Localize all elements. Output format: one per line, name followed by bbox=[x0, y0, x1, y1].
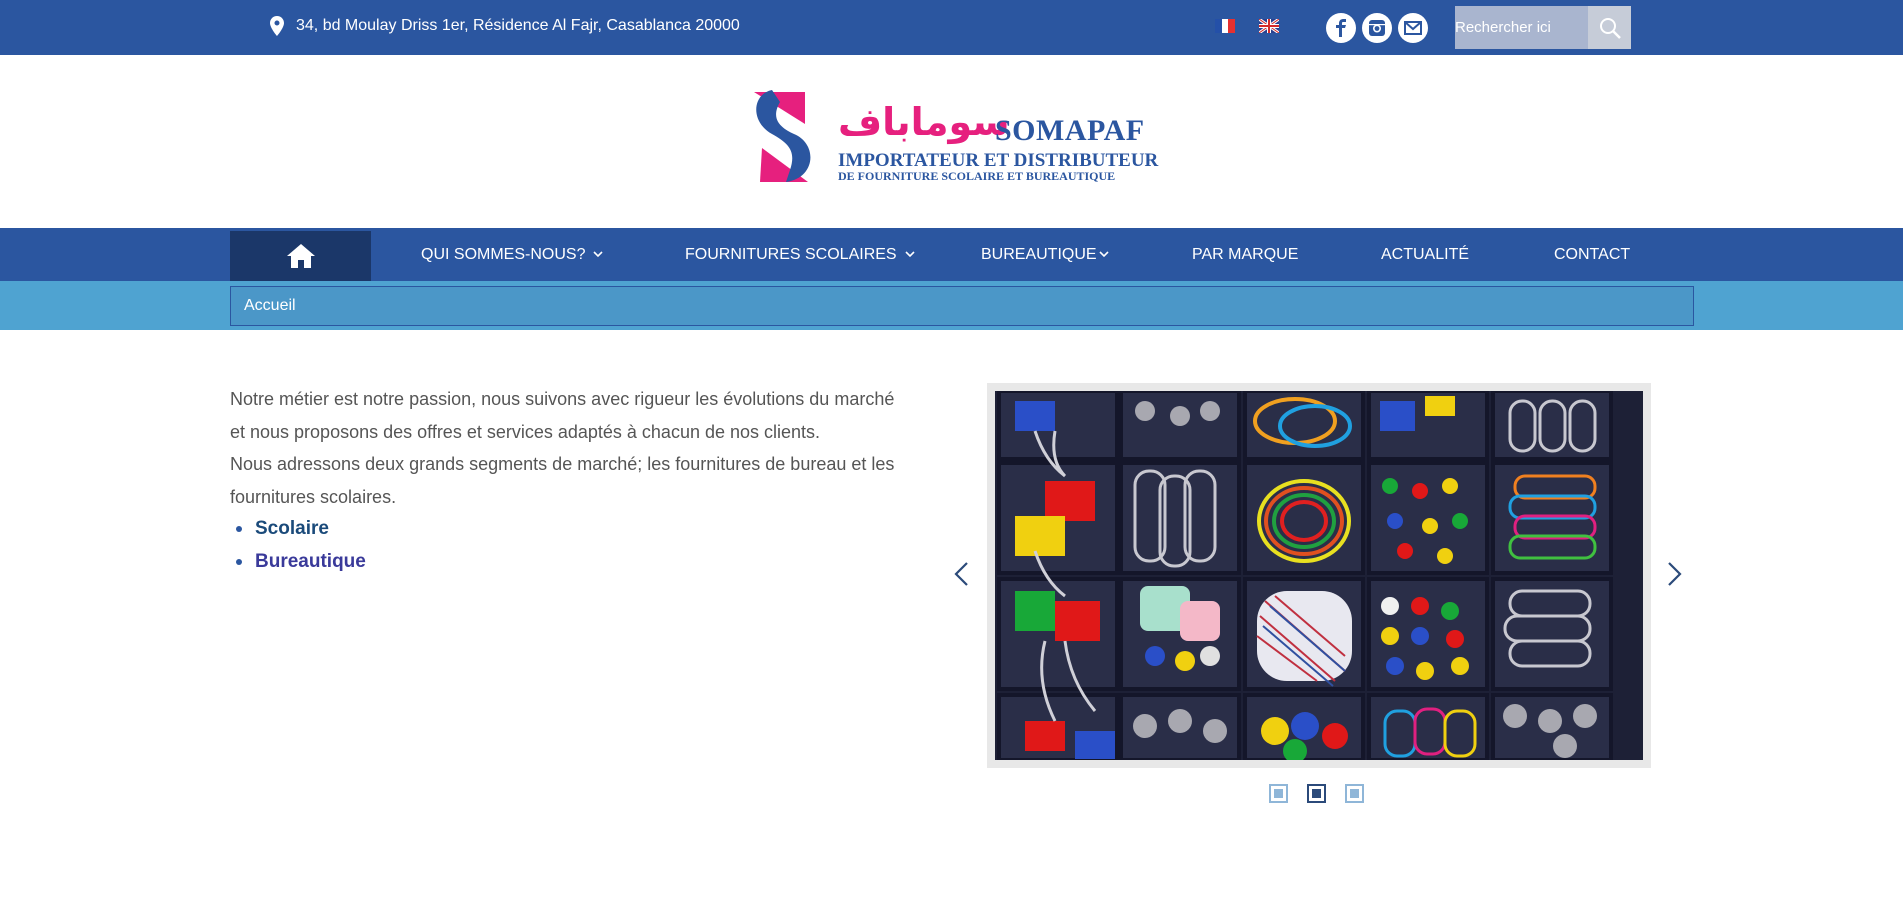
nav-home[interactable] bbox=[230, 231, 371, 281]
nav-item-qui-sommes-nous[interactable]: QUI SOMMES-NOUS? bbox=[421, 228, 604, 281]
office-supplies-image bbox=[995, 391, 1643, 760]
bureautique-link[interactable]: Bureautique bbox=[255, 551, 366, 573]
list-item: Scolaire bbox=[230, 513, 366, 546]
breadcrumb-bar: Accueil bbox=[0, 281, 1903, 330]
top-bar: 34, bd Moulay Driss 1er, Résidence Al Fa… bbox=[0, 0, 1903, 55]
home-icon bbox=[286, 244, 315, 268]
slider-prev-arrow[interactable] bbox=[951, 561, 973, 587]
list-item: Bureautique bbox=[230, 546, 366, 579]
logo-s-mark bbox=[754, 90, 811, 182]
chevron-down-icon bbox=[1099, 251, 1109, 258]
main-navigation: QUI SOMMES-NOUS? FOURNITURES SCOLAIRES B… bbox=[0, 228, 1903, 281]
nav-item-fournitures-scolaires[interactable]: FOURNITURES SCOLAIRES bbox=[685, 228, 915, 281]
chevron-down-icon bbox=[905, 251, 915, 258]
slider-dot-1[interactable] bbox=[1269, 784, 1288, 803]
search-box bbox=[1455, 6, 1631, 49]
english-flag-icon[interactable] bbox=[1259, 19, 1279, 33]
language-switcher bbox=[1215, 19, 1279, 33]
segment-links: Scolaire Bureautique bbox=[230, 513, 366, 578]
nav-item-label: CONTACT bbox=[1554, 245, 1631, 263]
search-button[interactable] bbox=[1588, 6, 1631, 49]
nav-item-actualite[interactable]: ACTUALITÉ bbox=[1381, 228, 1469, 281]
slider-image bbox=[995, 391, 1643, 760]
nav-item-label: ACTUALITÉ bbox=[1381, 245, 1470, 263]
logo-brand-name: SOMAPAF bbox=[995, 114, 1145, 147]
slider-dot-3[interactable] bbox=[1345, 784, 1364, 803]
address-text: 34, bd Moulay Driss 1er, Résidence Al Fa… bbox=[296, 17, 740, 34]
nav-item-label: PAR MARQUE bbox=[1192, 245, 1299, 263]
nav-item-label: FOURNITURES SCOLAIRES bbox=[685, 245, 897, 263]
instagram-icon[interactable] bbox=[1362, 13, 1392, 43]
slider-dot-fill bbox=[1274, 789, 1283, 798]
site-logo[interactable]: سوماباف SOMAPAF IMPORTATEUR ET DISTRIBUT… bbox=[748, 84, 1158, 190]
location-pin-icon bbox=[270, 16, 284, 36]
email-icon[interactable] bbox=[1398, 13, 1428, 43]
nav-item-par-marque[interactable]: PAR MARQUE bbox=[1192, 228, 1298, 281]
slider-dot-2[interactable] bbox=[1307, 784, 1326, 803]
address: 34, bd Moulay Driss 1er, Résidence Al Fa… bbox=[270, 16, 740, 36]
french-flag-icon[interactable] bbox=[1215, 19, 1235, 33]
facebook-icon[interactable] bbox=[1326, 13, 1356, 43]
nav-item-label: BUREAUTIQUE bbox=[981, 245, 1097, 263]
slider-dot-fill bbox=[1312, 789, 1321, 798]
scolaire-link[interactable]: Scolaire bbox=[255, 518, 329, 540]
search-icon bbox=[1599, 17, 1621, 39]
slider-dot-fill bbox=[1350, 789, 1359, 798]
search-input[interactable] bbox=[1455, 6, 1588, 49]
social-links bbox=[1326, 13, 1428, 43]
bullet-dot bbox=[236, 526, 242, 533]
image-slider bbox=[987, 383, 1651, 768]
bullet-dot bbox=[236, 558, 242, 565]
chevron-down-icon bbox=[593, 251, 604, 258]
logo-tagline-2: DE FOURNITURE SCOLAIRE ET BUREAUTIQUE bbox=[838, 169, 1116, 183]
nav-item-contact[interactable]: CONTACT bbox=[1554, 228, 1630, 281]
logo-arabic-text: سوماباف bbox=[838, 100, 1010, 144]
nav-item-label: QUI SOMMES-NOUS? bbox=[421, 245, 586, 263]
slider-pagination bbox=[1269, 784, 1364, 803]
intro-paragraph-2: Nous adressons deux grands segments de m… bbox=[230, 454, 895, 507]
intro-text: Notre métier est notre passion, nous sui… bbox=[230, 383, 910, 513]
intro-paragraph-1: Notre métier est notre passion, nous sui… bbox=[230, 389, 895, 442]
nav-item-bureautique[interactable]: BUREAUTIQUE bbox=[981, 228, 1109, 281]
breadcrumb-current[interactable]: Accueil bbox=[244, 297, 296, 315]
breadcrumb: Accueil bbox=[230, 286, 1694, 326]
slider-next-arrow[interactable] bbox=[1663, 561, 1685, 587]
